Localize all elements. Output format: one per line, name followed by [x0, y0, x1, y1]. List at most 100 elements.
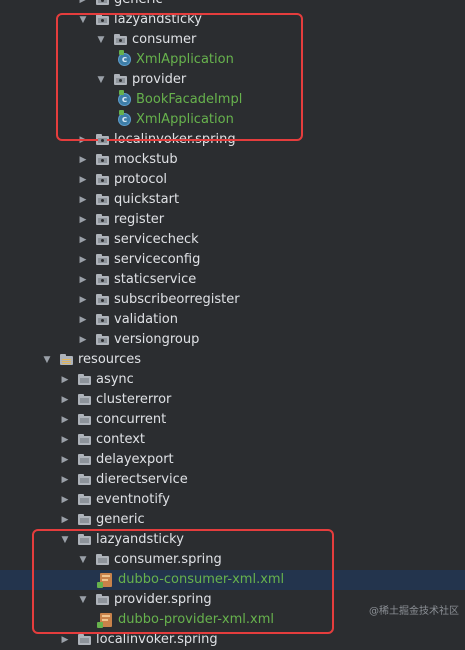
package-icon — [96, 174, 110, 186]
tree-item-label: validation — [114, 312, 179, 327]
chevron-right-icon[interactable]: ▶ — [78, 130, 88, 150]
package-icon — [96, 14, 110, 26]
chevron-right-icon[interactable]: ▶ — [60, 370, 70, 390]
package-icon — [96, 154, 110, 166]
chevron-right-icon[interactable]: ▶ — [78, 310, 88, 330]
tree-row-bookfacadeimpl[interactable]: c BookFacadeImpl — [0, 90, 465, 110]
chevron-right-icon[interactable]: ▶ — [60, 450, 70, 470]
tree-row-xmlapplication[interactable]: c XmlApplication — [0, 110, 465, 130]
folder-icon — [96, 554, 110, 566]
tree-item-label: quickstart — [114, 192, 180, 207]
tree-item-label: context — [96, 432, 145, 447]
chevron-right-icon[interactable]: ▶ — [78, 150, 88, 170]
chevron-down-icon[interactable]: ▼ — [96, 70, 106, 90]
tree-row-context[interactable]: ▶ context — [0, 430, 465, 450]
tree-row-delayexport[interactable]: ▶ delayexport — [0, 450, 465, 470]
chevron-down-icon[interactable]: ▼ — [78, 10, 88, 30]
chevron-right-icon[interactable]: ▶ — [78, 270, 88, 290]
tree-row-servicecheck[interactable]: ▶ servicecheck — [0, 230, 465, 250]
chevron-right-icon[interactable]: ▶ — [78, 290, 88, 310]
folder-icon — [78, 534, 92, 546]
chevron-down-icon[interactable]: ▼ — [60, 530, 70, 550]
tree-item-label: async — [96, 372, 134, 387]
package-icon — [114, 34, 128, 46]
chevron-right-icon[interactable]: ▶ — [60, 430, 70, 450]
chevron-down-icon[interactable]: ▼ — [78, 590, 88, 610]
package-icon — [114, 74, 128, 86]
tree-item-label: localinvoker.spring — [96, 632, 218, 647]
chevron-down-icon[interactable]: ▼ — [42, 350, 52, 370]
tree-row-provider[interactable]: ▼ provider — [0, 70, 465, 90]
tree-item-label: versiongroup — [114, 332, 200, 347]
tree-item-label: protocol — [114, 172, 168, 187]
chevron-right-icon[interactable]: ▶ — [78, 210, 88, 230]
chevron-right-icon[interactable]: ▶ — [78, 250, 88, 270]
tree-row-validation[interactable]: ▶ validation — [0, 310, 465, 330]
tree-row-dierectservice[interactable]: ▶ dierectservice — [0, 470, 465, 490]
tree-row-consumer-spring[interactable]: ▼ consumer.spring — [0, 550, 465, 570]
chevron-right-icon[interactable]: ▶ — [60, 510, 70, 530]
tree-row-resources[interactable]: ▼ resources — [0, 350, 465, 370]
tree-row-protocol[interactable]: ▶ protocol — [0, 170, 465, 190]
resources-folder-icon — [60, 354, 74, 366]
package-icon — [96, 0, 110, 6]
chevron-right-icon[interactable]: ▶ — [60, 390, 70, 410]
tree-item-label: generic — [96, 512, 145, 527]
tree-row-lazyandsticky[interactable]: ▼ lazyandsticky — [0, 10, 465, 30]
folder-icon — [78, 634, 92, 646]
java-class-icon: c — [118, 110, 131, 126]
chevron-down-icon[interactable]: ▼ — [78, 550, 88, 570]
chevron-right-icon[interactable]: ▶ — [60, 470, 70, 490]
tree-row-consumer[interactable]: ▼ consumer — [0, 30, 465, 50]
tree-row-generic[interactable]: ▶ generic — [0, 0, 465, 10]
tree-item-label: clustererror — [96, 392, 172, 407]
tree-row-versiongroup[interactable]: ▶ versiongroup — [0, 330, 465, 350]
package-icon — [96, 334, 110, 346]
tree-row-lazyandsticky[interactable]: ▼ lazyandsticky — [0, 530, 465, 550]
tree-row-localinvoker-spring[interactable]: ▶ localinvoker.spring — [0, 630, 465, 650]
package-icon — [96, 274, 110, 286]
chevron-right-icon[interactable]: ▶ — [78, 230, 88, 250]
chevron-right-icon[interactable]: ▶ — [78, 0, 88, 10]
tree-item-label: staticservice — [114, 272, 197, 287]
tree-row-serviceconfig[interactable]: ▶ serviceconfig — [0, 250, 465, 270]
tree-item-label: servicecheck — [114, 232, 199, 247]
tree-row-eventnotify[interactable]: ▶ eventnotify — [0, 490, 465, 510]
tree-item-label: BookFacadeImpl — [136, 92, 243, 107]
tree-item-label: XmlApplication — [136, 112, 234, 127]
xml-file-icon — [97, 573, 112, 588]
package-icon — [96, 214, 110, 226]
tree-row-xmlapplication[interactable]: c XmlApplication — [0, 50, 465, 70]
tree-row-clustererror[interactable]: ▶ clustererror — [0, 390, 465, 410]
tree-item-label: eventnotify — [96, 492, 170, 507]
chevron-right-icon[interactable]: ▶ — [60, 490, 70, 510]
tree-row-concurrent[interactable]: ▶ concurrent — [0, 410, 465, 430]
tree-item-label: resources — [78, 352, 142, 367]
java-class-icon: c — [118, 50, 131, 66]
chevron-right-icon[interactable]: ▶ — [78, 190, 88, 210]
tree-row-quickstart[interactable]: ▶ quickstart — [0, 190, 465, 210]
chevron-down-icon[interactable]: ▼ — [96, 30, 106, 50]
tree-row-generic[interactable]: ▶ generic — [0, 510, 465, 530]
folder-icon — [78, 434, 92, 446]
folder-icon — [78, 454, 92, 466]
package-icon — [96, 254, 110, 266]
tree-row-staticservice[interactable]: ▶ staticservice — [0, 270, 465, 290]
tree-row-mockstub[interactable]: ▶ mockstub — [0, 150, 465, 170]
chevron-right-icon[interactable]: ▶ — [60, 410, 70, 430]
tree-item-label: serviceconfig — [114, 252, 201, 267]
tree-row-subscribeorregister[interactable]: ▶ subscribeorregister — [0, 290, 465, 310]
tree-row-localinvoker-spring[interactable]: ▶ localinvoker.spring — [0, 130, 465, 150]
tree-row-dubbo-consumer-xml-xml[interactable]: dubbo-consumer-xml.xml — [0, 570, 465, 590]
package-icon — [96, 194, 110, 206]
tree-item-label: register — [114, 212, 165, 227]
tree-row-async[interactable]: ▶ async — [0, 370, 465, 390]
package-icon — [96, 234, 110, 246]
project-tree[interactable]: ▶generic▼lazyandsticky▼consumercXmlAppli… — [0, 0, 465, 650]
package-icon — [96, 314, 110, 326]
chevron-right-icon[interactable]: ▶ — [60, 630, 70, 650]
tree-item-label: provider — [132, 72, 187, 87]
tree-row-register[interactable]: ▶ register — [0, 210, 465, 230]
chevron-right-icon[interactable]: ▶ — [78, 170, 88, 190]
chevron-right-icon[interactable]: ▶ — [78, 330, 88, 350]
